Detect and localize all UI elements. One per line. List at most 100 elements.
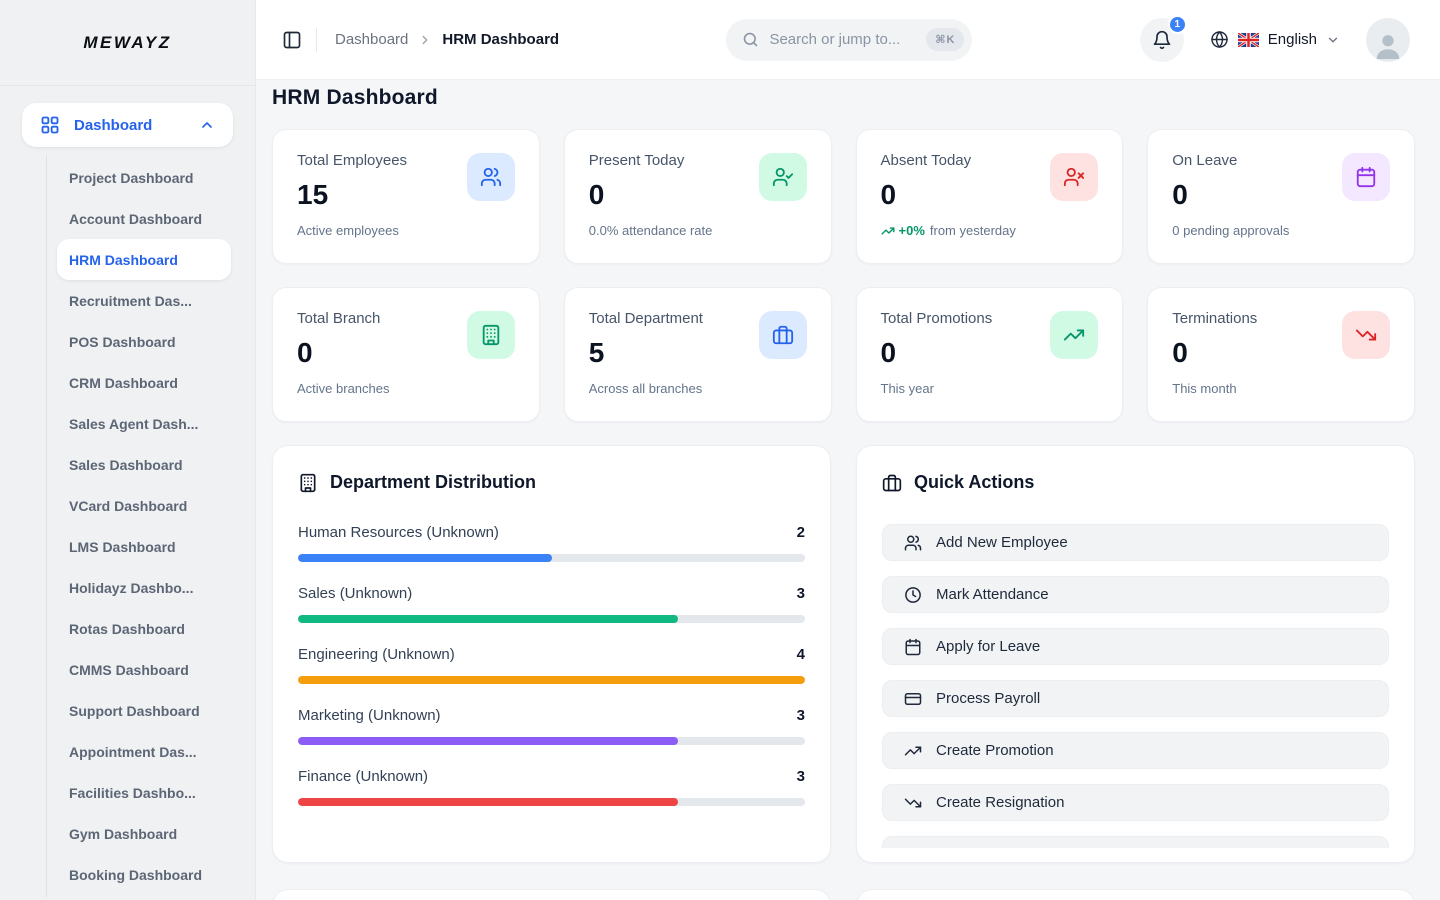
trending-up-icon [904, 742, 922, 760]
calendar-icon [1342, 153, 1390, 201]
sidebar-toggle-button[interactable] [282, 30, 302, 50]
dept-label: Finance (Unknown) [298, 768, 428, 785]
building-icon [467, 311, 515, 359]
search-shortcut-badge: ⌘K [926, 28, 964, 51]
stat-card-total-department: Total Department 5 Across all branches [564, 287, 832, 422]
trending-down-icon [904, 794, 922, 812]
sidebar-item-sales-agent-dashboard[interactable]: Sales Agent Dash... [47, 403, 255, 444]
dept-label: Engineering (Unknown) [298, 646, 455, 663]
charts-row: Department Distribution Human Resources … [272, 445, 1415, 863]
credit-card-icon [904, 690, 922, 708]
action-label: Create Resignation [936, 794, 1064, 811]
sidebar-item-holidayz-dashboard[interactable]: Holidayz Dashbo... [47, 567, 255, 608]
dept-row-marketing: Marketing (Unknown) 3 [298, 707, 805, 745]
sidebar-item-project-dashboard[interactable]: Project Dashboard [47, 157, 255, 198]
breadcrumb-dashboard[interactable]: Dashboard [335, 31, 408, 48]
process-payroll-button[interactable]: Process Payroll [882, 680, 1389, 717]
briefcase-icon [882, 473, 902, 493]
sidebar-item-pos-dashboard[interactable]: POS Dashboard [47, 321, 255, 362]
sidebar-item-recruitment-dashboard[interactable]: Recruitment Das... [47, 280, 255, 321]
create-promotion-button[interactable]: Create Promotion [882, 732, 1389, 769]
apply-for-leave-button[interactable]: Apply for Leave [882, 628, 1389, 665]
search-box: ⌘K [726, 19, 972, 61]
sidebar-item-facilities-dashboard[interactable]: Facilities Dashbo... [47, 772, 255, 813]
stat-card-terminations: Terminations 0 This month [1147, 287, 1415, 422]
bell-icon [1152, 30, 1172, 50]
card-header: Department Distribution [298, 472, 805, 493]
sidebar-item-account-dashboard[interactable]: Account Dashboard [47, 198, 255, 239]
action-label: Process Payroll [936, 690, 1040, 707]
trending-up-icon [1050, 311, 1098, 359]
breadcrumb-current: HRM Dashboard [442, 31, 559, 48]
progress-track [298, 676, 805, 684]
dept-row-sales: Sales (Unknown) 3 [298, 585, 805, 623]
trend: +0% [881, 223, 925, 238]
progress-track [298, 798, 805, 806]
sidebar-item-support-dashboard[interactable]: Support Dashboard [47, 690, 255, 731]
sidebar-group-dashboard[interactable]: Dashboard [22, 103, 233, 147]
progress-fill [298, 615, 678, 623]
sidebar-item-vcard-dashboard[interactable]: VCard Dashboard [47, 485, 255, 526]
sidebar-item-lms-dashboard[interactable]: LMS Dashboard [47, 526, 255, 567]
users-icon [467, 153, 515, 201]
sidebar-item-rotas-dashboard[interactable]: Rotas Dashboard [47, 608, 255, 649]
page-content: HRM Dashboard Total Employees 15 Active … [256, 80, 1440, 900]
card-title: Quick Actions [914, 472, 1034, 493]
stat-subtext: +0% from yesterday [881, 223, 1099, 238]
sidebar-item-gym-dashboard[interactable]: Gym Dashboard [47, 813, 255, 854]
uk-flag-icon [1238, 33, 1259, 47]
stat-card-present-today: Present Today 0 0.0% attendance rate [564, 129, 832, 264]
add-new-employee-button[interactable]: Add New Employee [882, 524, 1389, 561]
user-avatar[interactable] [1366, 18, 1410, 62]
dept-row-human-resources: Human Resources (Unknown) 2 [298, 524, 805, 562]
trending-down-icon [1342, 311, 1390, 359]
sidebar-item-booking-dashboard[interactable]: Booking Dashboard [47, 854, 255, 895]
quick-action-partial-button[interactable] [882, 836, 1389, 848]
breadcrumb: Dashboard HRM Dashboard [335, 31, 559, 48]
search-input[interactable] [769, 31, 916, 48]
sidebar-item-crm-dashboard[interactable]: CRM Dashboard [47, 362, 255, 403]
sidebar-subnav: Project Dashboard Account Dashboard HRM … [46, 155, 255, 897]
progress-fill [298, 676, 805, 684]
dept-value: 3 [797, 585, 805, 602]
panel-left-icon [282, 30, 302, 50]
dept-row-finance: Finance (Unknown) 3 [298, 768, 805, 806]
globe-icon [1210, 30, 1229, 49]
stat-subtext: Across all branches [589, 381, 807, 396]
header-actions: 1 English [1140, 18, 1410, 62]
notification-count-badge: 1 [1168, 15, 1187, 34]
stat-subtext: This year [881, 381, 1099, 396]
progress-track [298, 554, 805, 562]
quick-actions-list: Add New Employee Mark Attendance Apply f… [882, 524, 1389, 848]
stat-card-on-leave: On Leave 0 0 pending approvals [1147, 129, 1415, 264]
user-check-icon [759, 153, 807, 201]
sidebar-nav: Dashboard Project Dashboard Account Dash… [0, 86, 255, 897]
stat-card-total-promotions: Total Promotions 0 This year [856, 287, 1124, 422]
trend-value: +0% [899, 223, 925, 238]
stat-subtext: Active branches [297, 381, 515, 396]
partial-card-left [272, 889, 831, 900]
notifications-button[interactable]: 1 [1140, 18, 1184, 62]
stat-card-total-branch: Total Branch 0 Active branches [272, 287, 540, 422]
header-divider [316, 28, 317, 52]
progress-fill [298, 554, 552, 562]
language-selector[interactable]: English [1210, 30, 1340, 49]
building-icon [298, 473, 318, 493]
search-icon [742, 31, 759, 48]
create-resignation-button[interactable]: Create Resignation [882, 784, 1389, 821]
sidebar-item-sales-dashboard[interactable]: Sales Dashboard [47, 444, 255, 485]
stat-subtext: 0 pending approvals [1172, 223, 1390, 238]
sidebar-item-appointment-dashboard[interactable]: Appointment Das... [47, 731, 255, 772]
page-title: HRM Dashboard [272, 86, 1415, 110]
stat-card-absent-today: Absent Today 0 +0% from yesterday [856, 129, 1124, 264]
dept-label: Marketing (Unknown) [298, 707, 441, 724]
mark-attendance-button[interactable]: Mark Attendance [882, 576, 1389, 613]
sidebar-item-cmms-dashboard[interactable]: CMMS Dashboard [47, 649, 255, 690]
sidebar-group-label: Dashboard [74, 117, 185, 134]
dept-value: 2 [797, 524, 805, 541]
progress-fill [298, 737, 678, 745]
department-distribution-card: Department Distribution Human Resources … [272, 445, 831, 863]
dept-value: 4 [797, 646, 805, 663]
sidebar: MEWAYZ Dashboard Project Dashboard Accou… [0, 0, 256, 900]
sidebar-item-hrm-dashboard[interactable]: HRM Dashboard [57, 239, 231, 280]
